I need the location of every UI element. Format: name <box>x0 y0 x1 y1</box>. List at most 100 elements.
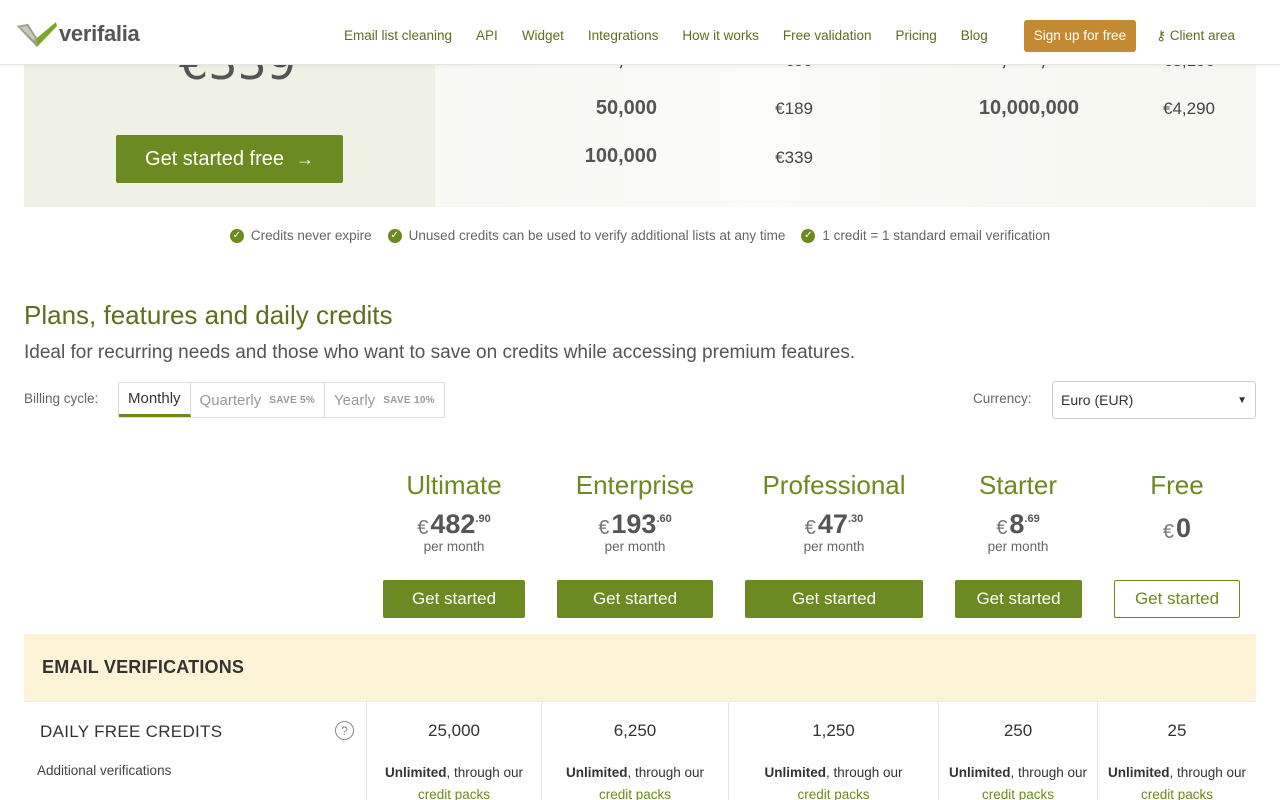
credit-packs-link[interactable]: credit packs <box>599 787 671 800</box>
get-started-starter-button[interactable]: Get started <box>955 580 1082 618</box>
credit-packs-link[interactable]: credit packs <box>982 787 1054 800</box>
billing-cycle-label: Billing cycle: <box>24 391 99 406</box>
benefit-item: ✓ Credits never expire <box>229 228 372 243</box>
billing-cycle-tabs: Monthly Quarterly SAVE 5% Yearly SAVE 10… <box>118 382 445 418</box>
currency-select[interactable]: Euro (EUR) ▼ <box>1052 381 1256 419</box>
benefit-item: ✓ Unused credits can be used to verify a… <box>387 228 786 243</box>
pack-price: €339 <box>775 148 813 167</box>
get-started-professional-button[interactable]: Get started <box>745 580 923 618</box>
tab-quarterly[interactable]: Quarterly SAVE 5% <box>191 383 326 417</box>
plan-period: per month <box>803 539 865 554</box>
tab-monthly[interactable]: Monthly <box>119 383 191 417</box>
daily-credits-value: 25,000 <box>428 721 480 740</box>
unlimited-rest: , through our <box>825 765 903 780</box>
row-label: DAILY FREE CREDITS <box>40 722 223 741</box>
check-circle-icon: ✓ <box>387 228 402 243</box>
nav-integrations[interactable]: Integrations <box>588 19 659 53</box>
price-currency: € <box>1162 521 1175 543</box>
site-header: verifalia Email list cleaning API Widget… <box>0 0 1280 65</box>
unlimited-label: Unlimited <box>565 765 628 780</box>
cell-starter: 250 Unlimited, through our credit packs <box>948 702 1088 800</box>
help-circle-icon[interactable]: ? <box>335 721 354 740</box>
verifalia-logo[interactable]: verifalia <box>16 20 140 48</box>
plan-ultimate: Ultimate € 482 .90 per month <box>374 470 534 554</box>
nav-how-it-works[interactable]: How it works <box>682 19 759 53</box>
pack-tier: 100,000 <box>584 145 657 167</box>
main-nav: Email list cleaning API Widget Integrati… <box>332 19 1235 53</box>
nav-pricing[interactable]: Pricing <box>895 19 936 53</box>
price-decimals: .90 <box>475 513 491 525</box>
pack-price: €4,290 <box>1163 99 1215 118</box>
additional-verifications: Unlimited, through our credit packs <box>729 762 938 800</box>
price-currency: € <box>598 517 610 539</box>
tab-yearly[interactable]: Yearly SAVE 10% <box>325 383 444 417</box>
daily-credits-value: 6,250 <box>613 721 657 740</box>
daily-credits-value: 25 <box>1167 721 1187 740</box>
plan-name: Enterprise <box>575 470 695 500</box>
client-area-link[interactable]: ⚷ Client area <box>1156 28 1235 44</box>
plan-price: € 47 .30 <box>744 509 924 543</box>
nav-free-validation[interactable]: Free validation <box>783 19 872 53</box>
plans-subtitle: Ideal for recurring needs and those who … <box>24 342 856 363</box>
plan-price: € 482 .90 <box>374 509 534 543</box>
logo-text: verifalia <box>59 21 140 46</box>
currency-label: Currency: <box>973 391 1032 406</box>
pack-price: €189 <box>775 99 813 118</box>
daily-credits-value: 1,250 <box>812 721 855 740</box>
pack-benefits: ✓ Credits never expire ✓ Unused credits … <box>0 228 1280 243</box>
price-integer: 0 <box>1176 513 1192 543</box>
price-decimals: .60 <box>656 513 672 525</box>
get-started-free-plan-button[interactable]: Get started <box>1114 580 1240 618</box>
cell-enterprise: 6,250 Unlimited, through our credit pack… <box>542 702 728 800</box>
plan-professional: Professional € 47 .30 per month <box>744 470 924 554</box>
unlimited-label: Unlimited <box>384 765 447 780</box>
plan-name: Ultimate <box>406 470 502 500</box>
plan-period: per month <box>604 539 666 554</box>
plans-title: Plans, features and daily credits <box>24 300 393 330</box>
get-started-free-button[interactable]: Get started free → <box>116 135 343 183</box>
plan-starter: Starter € 8 .69 per month <box>948 470 1088 554</box>
plan-price: € 8 .69 <box>948 509 1088 543</box>
nav-widget[interactable]: Widget <box>522 19 564 53</box>
tab-label: Quarterly <box>199 391 262 409</box>
plan-free: Free € 0 <box>1112 470 1242 547</box>
price-integer: 193 <box>611 509 657 539</box>
benefit-text: Credits never expire <box>250 228 372 243</box>
plan-name: Starter <box>978 470 1058 500</box>
get-started-ultimate-button[interactable]: Get started <box>383 580 525 618</box>
additional-verifications: Unlimited, through our credit packs <box>542 762 728 800</box>
unlimited-rest: , through our <box>1010 765 1088 780</box>
column-divider <box>938 702 939 800</box>
nav-api[interactable]: API <box>476 19 498 53</box>
price-decimals: .69 <box>1024 513 1040 525</box>
unlimited-label: Unlimited <box>1107 765 1170 780</box>
plan-enterprise: Enterprise € 193 .60 per month <box>555 470 715 554</box>
credit-packs-link[interactable]: credit packs <box>797 787 869 800</box>
credit-packs-link[interactable]: credit packs <box>418 787 490 800</box>
row-sublabel: Additional verifications <box>37 763 172 778</box>
benefit-item: ✓ 1 credit = 1 standard email verificati… <box>801 228 1050 243</box>
additional-verifications: Unlimited, through our credit packs <box>367 762 541 800</box>
price-integer: 8 <box>1009 509 1025 539</box>
benefit-text: Unused credits can be used to verify add… <box>408 228 786 243</box>
price-currency: € <box>804 517 816 539</box>
credit-packs-link[interactable]: credit packs <box>1141 787 1213 800</box>
sign-up-button[interactable]: Sign up for free <box>1023 20 1137 52</box>
unlimited-label: Unlimited <box>948 765 1011 780</box>
tab-label: Monthly <box>128 390 181 407</box>
price-decimals: .30 <box>847 513 864 525</box>
get-started-enterprise-button[interactable]: Get started <box>557 580 713 618</box>
plan-period: per month <box>423 539 485 554</box>
nav-email-list-cleaning[interactable]: Email list cleaning <box>344 19 452 53</box>
unlimited-rest: , through our <box>627 765 705 780</box>
price-currency: € <box>996 517 1008 539</box>
check-circle-icon: ✓ <box>229 228 244 243</box>
unlimited-label: Unlimited <box>764 765 826 780</box>
plan-period: per month <box>987 539 1049 554</box>
nav-blog[interactable]: Blog <box>961 19 988 53</box>
tab-label: Yearly <box>334 391 376 409</box>
unlimited-rest: , through our <box>1169 765 1247 780</box>
price-integer: 482 <box>430 509 476 539</box>
save-badge: SAVE 5% <box>269 394 316 406</box>
save-badge: SAVE 10% <box>383 394 435 406</box>
